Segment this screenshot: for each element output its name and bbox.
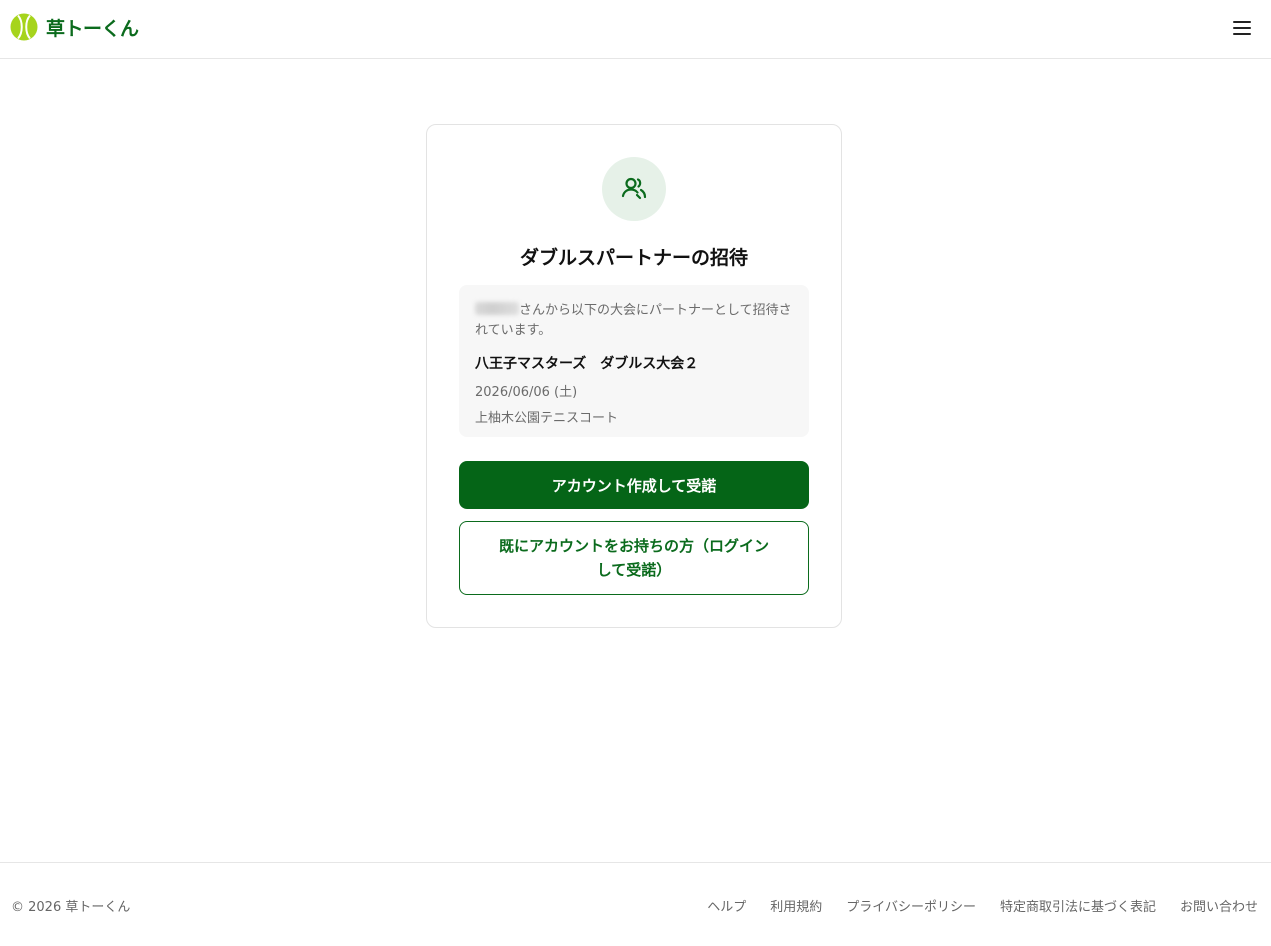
tennis-ball-icon xyxy=(10,13,38,41)
card-title: ダブルスパートナーの招待 xyxy=(519,247,748,269)
create-account-accept-button[interactable]: アカウント作成して受諾 xyxy=(459,461,809,509)
icon-badge xyxy=(602,157,666,221)
invite-details: さんから以下の大会にパートナーとして招待されています。 八王子マスターズ ダブル… xyxy=(459,285,809,437)
login-accept-button[interactable]: 既にアカウントをお持ちの方（ログインして受諾） xyxy=(459,521,809,595)
footer-link-terms[interactable]: 利用規約 xyxy=(770,896,822,915)
page: 草トーくん ダブルスパートナーの招待 さんから以下の大会にパートナーとして招待さ… xyxy=(0,0,1271,946)
footer-link-privacy[interactable]: プライバシーポリシー xyxy=(846,896,976,915)
brand-link[interactable]: 草トーくん xyxy=(10,13,139,41)
invitation-card: ダブルスパートナーの招待 さんから以下の大会にパートナーとして招待されています。… xyxy=(426,124,842,628)
footer-link-commerce-law[interactable]: 特定商取引法に基づく表記 xyxy=(1000,896,1156,915)
header: 草トーくん xyxy=(0,0,1271,59)
copyright: © 2026 草トーくん xyxy=(11,900,131,915)
event-name: 八王子マスターズ ダブルス大会２ xyxy=(475,356,699,372)
event-date: 2026/06/06 (土) xyxy=(475,385,578,400)
users-icon xyxy=(621,177,647,200)
blurred-inviter-name xyxy=(475,302,519,315)
brand-name: 草トーくん xyxy=(46,17,139,40)
event-venue: 上柚木公園テニスコート xyxy=(475,411,619,426)
footer: © 2026 草トーくん ヘルプ 利用規約 プライバシーポリシー 特定商取引法に… xyxy=(0,862,1271,946)
footer-link-help[interactable]: ヘルプ xyxy=(707,896,746,915)
footer-link-contact[interactable]: お問い合わせ xyxy=(1180,896,1258,915)
invite-message: さんから以下の大会にパートナーとして招待されています。 xyxy=(475,301,793,341)
footer-links: ヘルプ 利用規約 プライバシーポリシー 特定商取引法に基づく表記 お問い合わせ xyxy=(707,896,1258,915)
invite-message-text: さんから以下の大会にパートナーとして招待されています。 xyxy=(475,303,792,338)
hamburger-menu-icon[interactable] xyxy=(1229,16,1255,40)
